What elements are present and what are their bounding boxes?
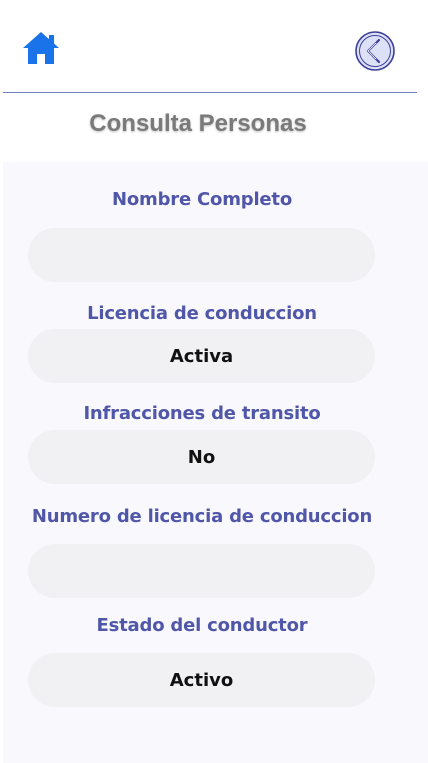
page-title: Consulta Personas <box>89 110 307 137</box>
field-label-estado-conductor: Estado del conductor <box>96 615 308 636</box>
licencia-field[interactable]: Activa <box>28 329 375 383</box>
numero-licencia-field[interactable] <box>28 544 375 598</box>
app-header <box>0 0 428 92</box>
header-divider <box>3 92 417 93</box>
home-icon <box>23 32 59 64</box>
estado-conductor-field[interactable]: Activo <box>28 653 375 707</box>
field-label-licencia: Licencia de conduccion <box>87 303 317 324</box>
field-label-nombre-completo: Nombre Completo <box>112 189 292 210</box>
chevron-left-circle-icon <box>355 31 395 71</box>
home-button[interactable] <box>22 30 60 66</box>
field-label-numero-licencia: Numero de licencia de conduccion <box>31 506 373 527</box>
field-label-infracciones: Infracciones de transito <box>83 403 321 424</box>
nombre-completo-field[interactable] <box>28 228 375 282</box>
infracciones-field[interactable]: No <box>28 430 375 484</box>
back-button[interactable] <box>354 30 396 72</box>
